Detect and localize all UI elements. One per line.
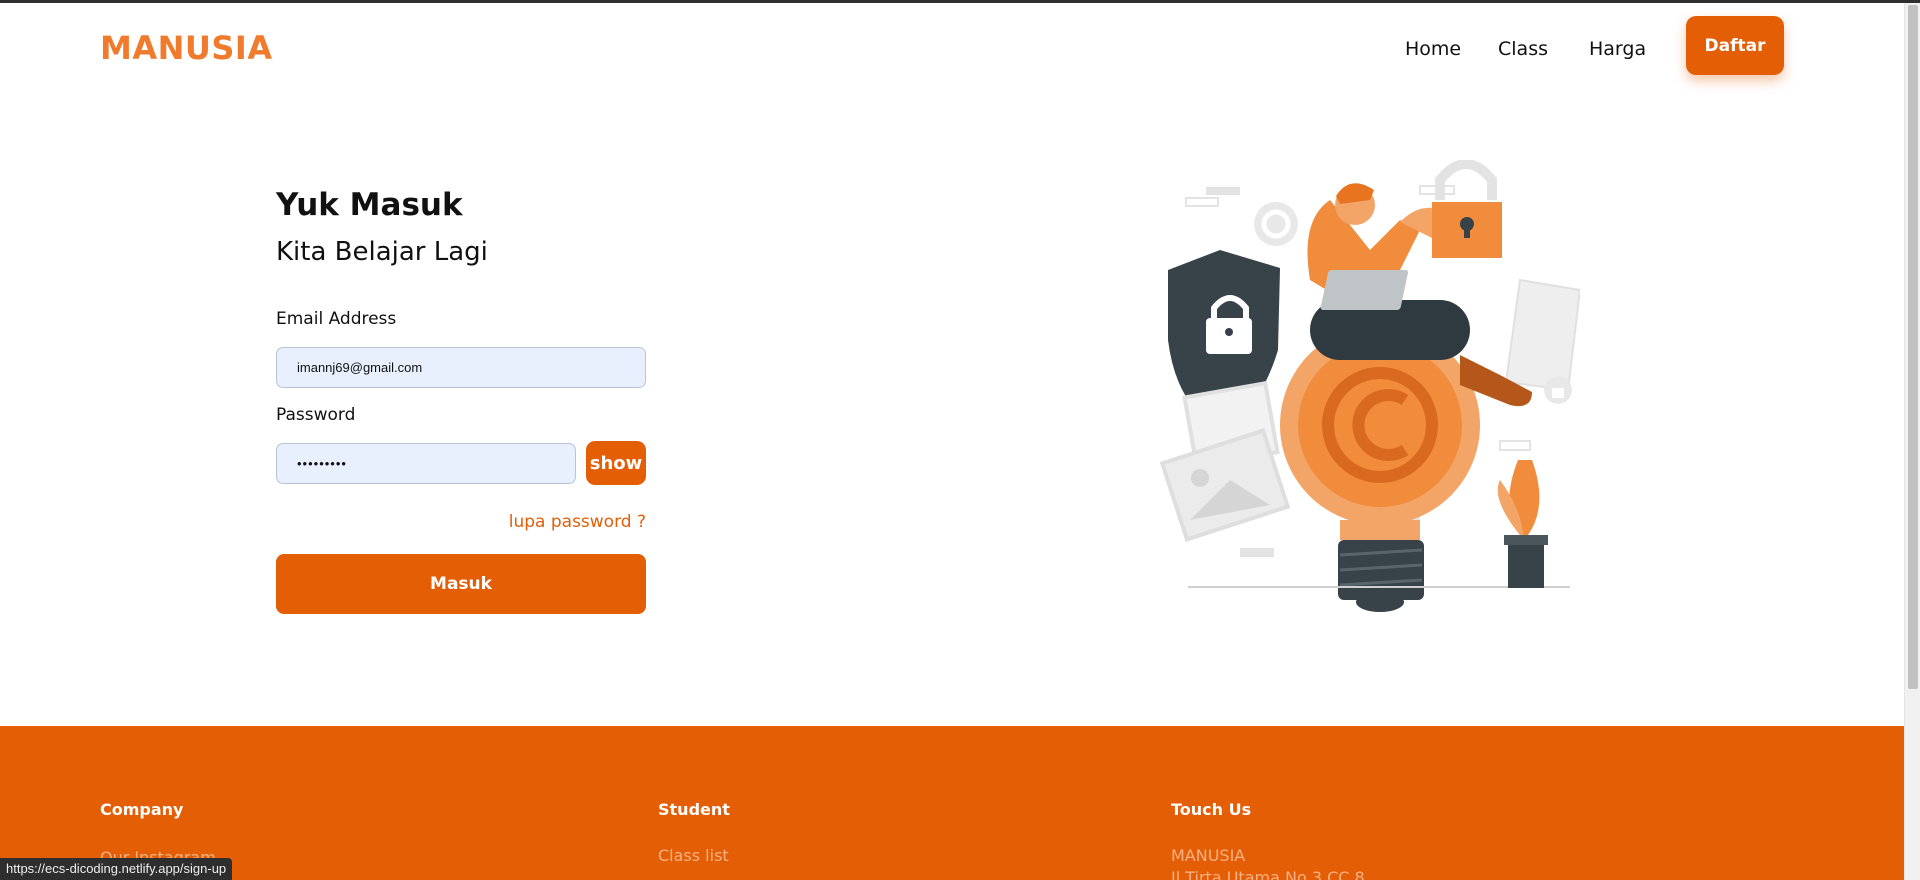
footer-address-text: Jl Tirta Utama No 3 CC 8 [1171, 868, 1365, 880]
daftar-button[interactable]: Daftar [1686, 16, 1784, 75]
forgot-password-link[interactable]: lupa password ? [509, 512, 646, 532]
nav-home[interactable]: Home [1405, 38, 1461, 60]
footer-student-heading: Student [658, 800, 730, 819]
login-subtitle: Kita Belajar Lagi [276, 237, 488, 267]
footer-company-heading: Company [100, 800, 184, 819]
password-field[interactable] [276, 443, 576, 484]
nav-harga[interactable]: Harga [1589, 38, 1646, 60]
scrollbar-thumb[interactable] [1908, 5, 1918, 689]
footer-touch-heading: Touch Us [1171, 800, 1252, 819]
login-illustration [1160, 160, 1580, 612]
show-password-button[interactable]: show [586, 441, 646, 485]
nav-class[interactable]: Class [1498, 38, 1548, 60]
masuk-button[interactable]: Masuk [276, 554, 646, 614]
email-label: Email Address [276, 309, 397, 329]
login-title: Yuk Masuk [276, 187, 463, 223]
vertical-scrollbar[interactable] [1904, 3, 1920, 880]
footer [0, 726, 1904, 880]
footer-class-list-link[interactable]: Class list [658, 846, 729, 865]
status-bar-url: https://ecs-dicoding.netlify.app/sign-up [0, 858, 233, 880]
email-field[interactable] [276, 347, 646, 388]
password-label: Password [276, 405, 356, 425]
page: MANUSIA Home Class Harga Daftar Yuk Masu… [0, 0, 1904, 880]
brand-logo[interactable]: MANUSIA [100, 29, 273, 67]
footer-brand-text: MANUSIA [1171, 846, 1246, 865]
